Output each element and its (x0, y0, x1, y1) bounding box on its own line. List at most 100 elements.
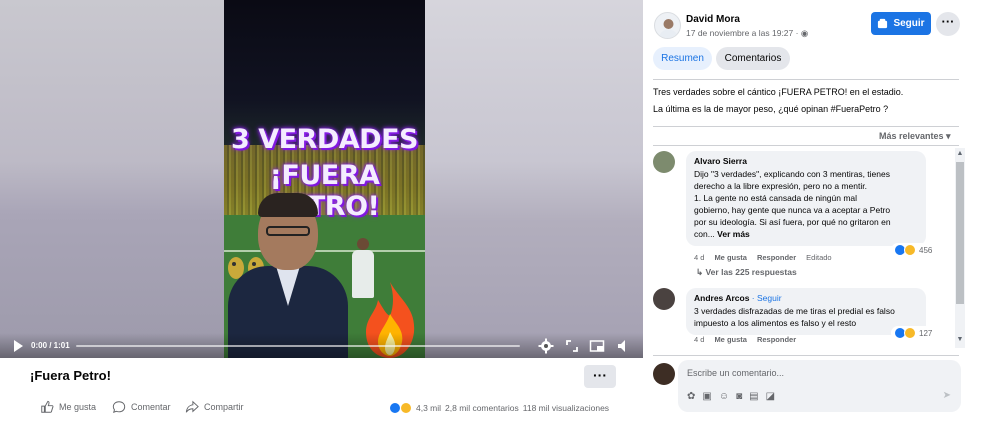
comment-age[interactable]: 4 d (694, 335, 704, 344)
play-icon[interactable] (10, 338, 26, 354)
video-progress-bar[interactable] (76, 345, 520, 347)
video-title: ¡Fuera Petro! (30, 368, 111, 383)
comment-line: 1. La gente no está cansada de ningún ma… (694, 193, 858, 203)
camera-icon[interactable]: ◙ (736, 391, 742, 402)
picture-in-picture-icon[interactable] (589, 338, 605, 354)
like-button[interactable]: Me gusta (40, 400, 96, 414)
comment-reactions[interactable]: 127 (891, 326, 936, 340)
comment-age[interactable]: 4 d (694, 253, 704, 262)
post-timestamp-text: 17 de noviembre a las 19:27 · (686, 28, 801, 38)
divider (653, 355, 959, 356)
scroll-up-arrow-icon[interactable]: ▲ (956, 150, 964, 157)
avatar-image (659, 19, 678, 38)
follow-button[interactable]: Seguir (871, 12, 931, 35)
comment-text: 3 verdades disfrazadas de me tiras el pr… (694, 305, 918, 329)
volume-icon[interactable] (616, 338, 632, 354)
comment-input[interactable]: Escribe un comentario... (687, 368, 784, 378)
current-user-avatar (653, 363, 675, 385)
sticker-icon[interactable]: ◪ (766, 391, 775, 402)
comment-line: por su ideología. Si así fuera, por qué … (694, 217, 891, 227)
share-arrow-icon (185, 400, 199, 413)
comment-like-button[interactable]: Me gusta (714, 335, 747, 344)
scroll-down-arrow-icon[interactable]: ▼ (956, 336, 964, 343)
view-replies-label: Ver las 225 respuestas (705, 267, 797, 277)
comment-bubble: Alvaro Sierra Dijo "3 verdades", explica… (686, 151, 926, 246)
tab-summary[interactable]: Resumen (653, 47, 712, 70)
follow-label: Seguir (893, 18, 925, 29)
divider (653, 79, 959, 80)
post-timestamp[interactable]: 17 de noviembre a las 19:27 · ◉ (686, 28, 808, 39)
commenter-avatar[interactable] (653, 288, 675, 310)
reaction-count[interactable]: 4,3 mil (416, 403, 441, 413)
emoji-icon[interactable]: ✿ (687, 391, 695, 402)
edited-label: Editado (806, 253, 832, 262)
commenter-name[interactable]: Alvaro Sierra (694, 156, 918, 166)
scrollbar-thumb[interactable] (956, 162, 964, 304)
comment-line: gobierno, hay gente que nunca va a acept… (694, 205, 891, 215)
divider (653, 145, 959, 146)
comment-line: derecho a la libre expresión, pero no a … (694, 181, 867, 191)
comment-reply-button[interactable]: Responder (757, 253, 796, 262)
author-name[interactable]: David Mora (686, 14, 740, 25)
post-stats: 4,3 mil 2,8 mil comentarios 118 mil visu… (389, 402, 609, 414)
comment-like-button[interactable]: Me gusta (714, 253, 747, 262)
comment-line: con... (694, 229, 715, 239)
share-button[interactable]: Compartir (185, 400, 244, 414)
commenter-name[interactable]: Andres Arcos · Seguir (694, 293, 918, 303)
haha-reaction-icon (400, 402, 412, 414)
follow-icon (878, 18, 888, 29)
video-controls-bar: 0:00 / 1:01 (0, 333, 643, 358)
comment-text: Dijo "3 verdades", explicando con 3 ment… (694, 168, 918, 240)
haha-reaction-icon (904, 327, 916, 339)
view-count: 118 mil visualizaciones (522, 403, 610, 413)
comment-count[interactable]: 2,8 mil comentarios (445, 403, 519, 413)
post-side-panel: David Mora 17 de noviembre a las 19:27 ·… (643, 0, 981, 425)
comment-reaction-count: 127 (919, 328, 933, 338)
composer-toolbar: ✿ ▣ ☺ ◙ ▤ ◪ (687, 391, 775, 402)
comment-line: impuesto a los alimentos es falso y el r… (694, 318, 857, 328)
comment-meta: 4 d Me gusta Responder Editado (694, 253, 832, 262)
comment-composer[interactable]: Escribe un comentario... ✿ ▣ ☺ ◙ ▤ ◪ ➤ (678, 360, 961, 412)
comment-button[interactable]: Comentar (112, 400, 171, 414)
comment-meta: 4 d Me gusta Responder (694, 335, 796, 344)
see-more-link[interactable]: Ver más (717, 229, 750, 239)
thumbs-up-icon (41, 400, 54, 413)
avatar-sticker-icon[interactable]: ▣ (702, 391, 711, 402)
view-replies-link[interactable]: ↳ Ver las 225 respuestas (696, 267, 797, 278)
comment-line: 3 verdades disfrazadas de me tiras el pr… (694, 306, 895, 316)
author-avatar[interactable] (654, 12, 681, 39)
comment-reply-button[interactable]: Responder (757, 335, 796, 344)
divider (653, 126, 959, 127)
comment-bubble: Andres Arcos · Seguir 3 verdades disfraz… (686, 288, 926, 335)
comment-sort-dropdown[interactable]: Más relevantes ▾ (879, 131, 951, 142)
tab-comments[interactable]: Comentarios (716, 47, 790, 70)
comment-label: Comentar (131, 402, 171, 412)
fullscreen-icon[interactable] (564, 338, 580, 354)
smile-icon[interactable]: ☺ (719, 391, 729, 402)
comments-scrollbar[interactable]: ▲ ▼ (955, 148, 965, 348)
post-more-button[interactable]: ··· (584, 365, 616, 388)
commenter-avatar[interactable] (653, 151, 675, 173)
video-blurred-background-left (0, 0, 224, 358)
haha-reaction-icon (904, 244, 916, 256)
gif-icon[interactable]: ▤ (749, 391, 758, 402)
video-player[interactable]: 3 VERDADES ¡FUERA PETRO! 0:00 / 1:01 (0, 0, 643, 358)
send-icon[interactable]: ➤ (943, 390, 951, 401)
panel-more-button[interactable]: ··· (936, 12, 960, 36)
comment-item: Alvaro Sierra Dijo "3 verdades", explica… (653, 151, 968, 281)
share-label: Compartir (204, 402, 244, 412)
comment-reaction-count: 456 (919, 245, 933, 255)
post-text-line1: Tres verdades sobre el cántico ¡FUERA PE… (653, 87, 904, 97)
commenter-follow-link[interactable]: · Seguir (749, 293, 782, 303)
video-blurred-background-right (425, 0, 643, 358)
comment-item: Andres Arcos · Seguir 3 verdades disfraz… (653, 288, 968, 348)
like-label: Me gusta (59, 402, 97, 412)
settings-icon[interactable] (538, 338, 554, 354)
overlay-caption-line1: 3 VERDADES (231, 124, 418, 155)
comment-reactions[interactable]: 456 (891, 243, 936, 257)
comment-bubble-icon (112, 401, 126, 414)
video-frame[interactable]: 3 VERDADES ¡FUERA PETRO! (224, 0, 425, 358)
video-time: 0:00 / 1:01 (31, 341, 70, 350)
comment-line: Dijo "3 verdades", explicando con 3 ment… (694, 169, 890, 179)
globe-icon: ◉ (800, 28, 809, 38)
